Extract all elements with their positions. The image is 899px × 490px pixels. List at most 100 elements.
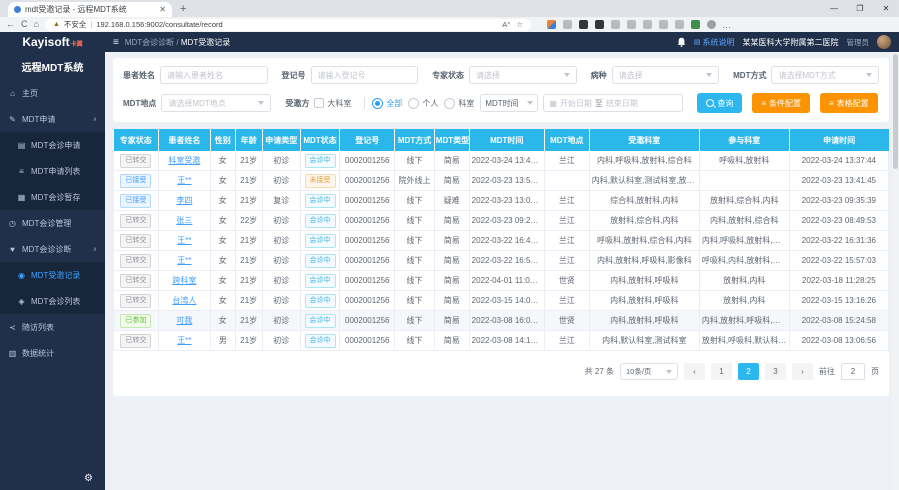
extension-icon[interactable] [659,20,668,29]
patient-name-input[interactable]: 请输入患者姓名 [160,66,268,84]
sidebar-item-mdt-manage[interactable]: ◷MDT会诊管理 [0,210,105,236]
patient-name-link[interactable]: 王** [177,256,191,265]
url-separator: | [90,20,92,29]
favorite-star-icon[interactable]: ☆ [516,20,523,29]
radio-all[interactable] [372,98,383,109]
extension-icon[interactable] [611,20,620,29]
home-nav-icon[interactable]: ⌂ [34,20,39,29]
sidebar-item-home[interactable]: ⌂主页 [0,80,105,106]
user-avatar[interactable] [877,35,891,49]
scrollbar-thumb[interactable] [893,54,898,169]
new-tab-button[interactable]: + [180,3,186,15]
window-close-icon[interactable]: ✕ [873,0,899,17]
page-button-1[interactable]: 1 [711,363,732,380]
sidebar-item-mdt-invite-record[interactable]: ◉MDT受邀记录 [0,262,105,288]
cell-expert-status: 已转交 [114,211,159,231]
sidebar-item-label: MDT会诊申请 [31,140,80,151]
profile-avatar-icon[interactable] [707,20,716,29]
sidebar-item-follow-list[interactable]: ≺随访列表 [0,314,105,340]
mdt-mode-select[interactable]: 请选择MDT方式 [771,66,879,84]
radio-personal[interactable] [408,98,419,109]
condition-config-button[interactable]: ≡ 条件配置 [752,93,810,113]
page-scrollbar[interactable] [892,52,899,490]
table-row: 已转交王**男21岁初诊会诊中0002001256线下简易2022-03-08 … [114,331,889,351]
mdt-place-select[interactable]: 请选择MDT地点 [161,94,271,112]
cell-gender: 女 [210,291,235,311]
tab-close-icon[interactable]: ✕ [159,5,166,14]
cell-expert-status: 已转交 [114,251,159,271]
gear-icon[interactable]: ⚙ [84,473,93,484]
patient-name-link[interactable]: 台湾人 [172,296,196,305]
breadcrumb-current: MDT受邀记录 [181,38,230,47]
extension-icon[interactable] [627,20,636,29]
date-range-input[interactable]: ▦ 开始日期 至 结束日期 [543,94,683,112]
patient-name-link[interactable]: 跨科室 [172,276,196,285]
disease-select[interactable]: 请选择 [612,66,720,84]
register-no-input[interactable]: 请输入登记号 [311,66,419,84]
mdt-place-label: MDT地点 [123,98,156,109]
browser-menu-icon[interactable]: … [722,20,732,30]
read-aloud-icon[interactable]: A° [502,20,510,29]
patient-name-link[interactable]: 王** [177,176,191,185]
bell-icon[interactable] [677,37,686,47]
sidebar-item-mdt-apply[interactable]: ✎MDT申请∧ [0,106,105,132]
system-help-link[interactable]: ▤ 系统说明 [694,37,735,48]
sidebar-item-label: MDT会诊暂存 [31,192,80,203]
cell-apply-time: 2022-03-15 13:16:26 [789,291,888,311]
prev-page-button[interactable]: ‹ [684,363,705,380]
cell-mdt-type: 简易 [434,231,469,251]
cell-apply-type: 初诊 [262,171,300,191]
app-logo: Kayisoft 卡翼 [0,35,105,49]
next-page-button[interactable]: › [792,363,813,380]
cell-invited-depts: 呼吸科,放射科,综合科,内科 [589,231,699,251]
expert-status-label: 专家状态 [432,70,464,81]
page-button-2[interactable]: 2 [738,363,759,380]
extension-icon[interactable] [547,20,556,29]
sidebar-item-mdt-apply-list[interactable]: ≡MDT申请列表 [0,158,105,184]
chevron-down-icon [527,101,533,105]
sidebar-item-mdt-diagnose[interactable]: ♥MDT会诊诊断∧ [0,236,105,262]
expert-status-select[interactable]: 请选择 [469,66,577,84]
url-input[interactable]: ▲ 不安全 | 192.168.0.156:9002/consultate/re… [45,19,531,31]
extension-icon[interactable] [643,20,652,29]
radio-dept[interactable] [444,98,455,109]
search-button[interactable]: 查询 [697,93,742,113]
extension-icon[interactable] [675,20,684,29]
cell-mdt-type: 简易 [434,291,469,311]
sidebar: 远程MDT系统 ⌂主页✎MDT申请∧▤MDT会诊申请≡MDT申请列表▦MDT会诊… [0,52,105,490]
window-minimize-icon[interactable]: — [821,0,847,17]
patient-name-link[interactable]: 科室受邀 [168,156,200,165]
page-button-3[interactable]: 3 [765,363,786,380]
sidebar-item-statistics[interactable]: ▥数据统计 [0,340,105,366]
extension-icon[interactable] [691,20,700,29]
extension-icon[interactable] [595,20,604,29]
back-icon[interactable]: ← [6,20,15,29]
page-size-select[interactable]: 10条/页 [620,363,678,380]
goto-page-input[interactable]: 2 [841,363,865,380]
time-type-select[interactable]: MDT时间 [480,94,538,112]
reload-icon[interactable]: C [21,20,28,29]
browser-tab-strip: mdt受邀记录 - 远程MDT系统 ✕ + — ❐ ✕ [0,0,899,17]
sidebar-item-mdt-consult-list[interactable]: ◈MDT会诊列表 [0,288,105,314]
cell-mdt-type: 简易 [434,211,469,231]
patient-name-link[interactable]: 李四 [176,196,192,205]
sidebar-item-label: MDT申请 [22,114,55,125]
patient-name-link[interactable]: 王** [177,336,191,345]
sidebar-item-label: MDT会诊诊断 [22,244,71,255]
table-config-button[interactable]: ≡ 表格配置 [820,93,878,113]
sidebar-item-mdt-consult-draft[interactable]: ▦MDT会诊暂存 [0,184,105,210]
browser-tab[interactable]: mdt受邀记录 - 远程MDT系统 ✕ [8,2,172,17]
sidebar-item-mdt-consult-apply[interactable]: ▤MDT会诊申请 [0,132,105,158]
patient-name-link[interactable]: 可我 [176,316,192,325]
extension-icon[interactable] [563,20,572,29]
goto-label: 前往 [819,366,835,377]
big-dept-checkbox[interactable] [314,98,324,108]
extension-icon[interactable] [579,20,588,29]
cell-mdt-time: 2022-03-15 14:00:00 [469,291,544,311]
cell-invited-depts: 内科,放射科,呼吸科 [589,271,699,291]
patient-name-link[interactable]: 张三 [176,216,192,225]
cell-place: 世贤 [544,311,589,331]
sidebar-collapse-icon[interactable]: ≡ [113,37,119,48]
patient-name-link[interactable]: 王** [177,236,191,245]
window-restore-icon[interactable]: ❐ [847,0,873,17]
